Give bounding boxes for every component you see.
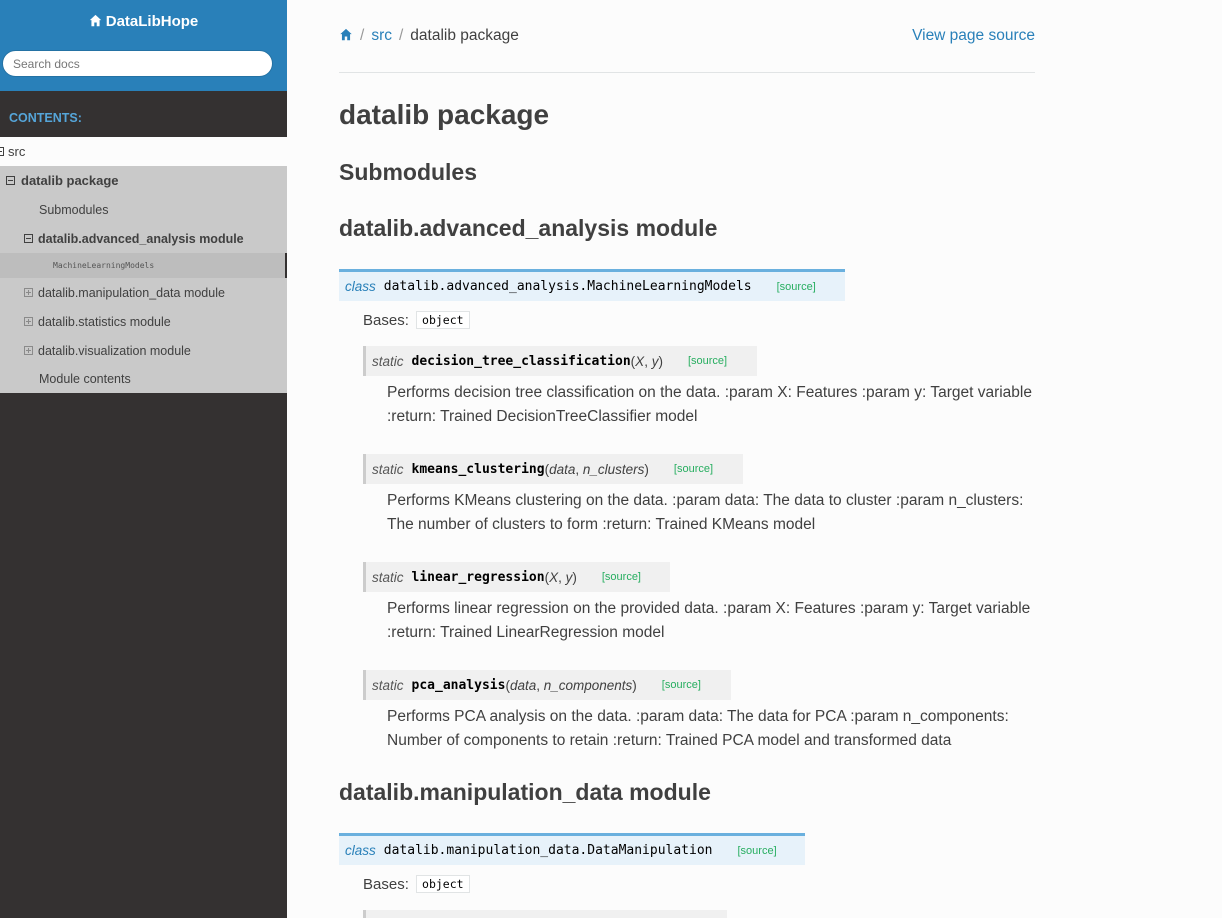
param-separator: ,: [575, 461, 583, 477]
param: X: [635, 353, 645, 369]
method-description: Performs decision tree classification on…: [387, 384, 1032, 425]
header-divider: [339, 72, 1035, 73]
breadcrumb-src-link[interactable]: src: [371, 27, 392, 44]
param: n_components: [543, 677, 633, 693]
page-title: datalib package: [339, 99, 550, 130]
param: data: [549, 461, 576, 477]
static-keyword: static: [372, 353, 404, 369]
view-page-source-link[interactable]: View page source: [912, 27, 1035, 45]
sidebar-item-datalib-package[interactable]: datalib package: [0, 166, 287, 195]
manipulation-data-heading: datalib.manipulation_data module: [339, 779, 711, 805]
source-link[interactable]: [source]: [738, 845, 777, 857]
home-icon: [340, 28, 352, 41]
main-content: / src / datalib package View page source da…: [287, 0, 1222, 918]
sidebar-item-label: MachineLearningModels: [53, 261, 155, 270]
breadcrumb-separator: /: [360, 27, 365, 44]
sidebar-item-label: src: [8, 144, 26, 159]
class-signature: class datalib.advanced_analysis.MachineL…: [339, 269, 845, 301]
sidebar-item-module-contents[interactable]: Module contents: [0, 365, 287, 393]
bases-label: Bases:: [363, 312, 409, 329]
contents-caption: CONTENTS:: [9, 111, 82, 125]
paren-close: ): [572, 569, 577, 585]
home-icon: [89, 14, 101, 27]
sidebar-item-label: datalib package: [21, 173, 119, 188]
source-link[interactable]: [source]: [777, 281, 816, 293]
sidebar-item-submodules[interactable]: Submodules: [0, 195, 287, 224]
param-separator: ,: [536, 677, 544, 693]
expand-icon[interactable]: [24, 317, 33, 326]
method-description: Performs linear regression on the provid…: [387, 600, 1031, 641]
sidebar-item-label: datalib.statistics module: [38, 314, 171, 329]
submodules-heading: Submodules: [339, 159, 478, 185]
advanced-analysis-heading: datalib.advanced_analysis module: [339, 215, 718, 241]
method-signature: static linear_regression (X, y) [source]: [363, 562, 670, 592]
method-description: Performs PCA analysis on the data. :para…: [387, 708, 1009, 749]
method-params: (X, y): [631, 354, 663, 369]
class-signature: class datalib.manipulation_data.DataMani…: [339, 833, 805, 865]
breadcrumb-current: datalib package: [410, 27, 519, 44]
method-signature: static decision_tree_classification (X, …: [363, 346, 757, 376]
sidebar-item-label: Module contents: [39, 372, 131, 386]
class-keyword: class: [345, 279, 376, 294]
source-link[interactable]: [source]: [602, 571, 641, 583]
method-params: (data, n_clusters): [545, 462, 649, 477]
sidebar: DataLibHope CONTENTS: src datalib packag…: [0, 0, 287, 918]
class-name: datalib.manipulation_data.DataManipulati…: [383, 843, 713, 858]
breadcrumb-separator: /: [398, 27, 404, 44]
method-signature: static pca_analysis (data, n_components)…: [363, 670, 731, 700]
source-link[interactable]: [source]: [674, 463, 713, 475]
collapse-icon[interactable]: [0, 147, 4, 156]
method-name: decision_tree_classification: [411, 353, 631, 369]
param-separator: ,: [644, 353, 652, 369]
breadcrumb: / src / datalib package: [339, 27, 519, 45]
method-params: (data, n_components): [505, 678, 636, 693]
sidebar-header: DataLibHope: [0, 0, 287, 91]
sidebar-item-label: datalib.visualization module: [38, 343, 191, 358]
sidebar-item-src[interactable]: src: [0, 137, 287, 166]
method-name: linear_regression: [411, 569, 545, 585]
expand-icon[interactable]: [24, 288, 33, 297]
method-name: pca_analysis: [411, 677, 506, 693]
class-bases: Bases: object: [363, 311, 470, 329]
method-name: kmeans_clustering: [411, 461, 545, 477]
paren-close: ): [644, 461, 649, 477]
sidebar-item-visualization[interactable]: datalib.visualization module: [0, 336, 287, 365]
toc-menu: src datalib package Submodules datalib.a…: [0, 137, 287, 393]
static-keyword: static: [372, 569, 404, 585]
source-link[interactable]: [source]: [688, 355, 727, 367]
brand-name: DataLibHope: [105, 13, 199, 30]
bases-value: object: [416, 875, 470, 893]
method-signature: static kmeans_clustering (data, n_cluste…: [363, 454, 743, 484]
method-description: Performs KMeans clustering on the data. …: [387, 492, 1024, 533]
collapse-icon[interactable]: [6, 176, 15, 185]
sidebar-item-label: datalib.manipulation_data module: [38, 285, 225, 300]
collapse-icon[interactable]: [24, 234, 33, 243]
sidebar-item-machine-learning-models[interactable]: MachineLearningModels: [0, 253, 285, 278]
sidebar-item-manipulation-data[interactable]: datalib.manipulation_data module: [0, 278, 287, 307]
source-link[interactable]: [source]: [662, 679, 701, 691]
paren-close: ): [658, 353, 663, 369]
method-signature-partial: [363, 910, 727, 918]
expand-icon[interactable]: [24, 346, 33, 355]
static-keyword: static: [372, 677, 404, 693]
sidebar-item-advanced-analysis[interactable]: datalib.advanced_analysis module: [0, 224, 287, 253]
sidebar-item-statistics[interactable]: datalib.statistics module: [0, 307, 287, 336]
search-input[interactable]: [2, 50, 273, 77]
sidebar-item-label: datalib.advanced_analysis module: [38, 231, 244, 246]
class-name: datalib.advanced_analysis.MachineLearnin…: [383, 279, 752, 294]
param: X: [549, 569, 559, 585]
brand-link[interactable]: DataLibHope: [0, 13, 287, 30]
class-bases: Bases: object: [363, 875, 470, 893]
static-keyword: static: [372, 461, 404, 477]
method-params: (X, y): [545, 570, 577, 585]
breadcrumb-home-link[interactable]: [339, 27, 353, 44]
bases-value: object: [416, 311, 470, 329]
param: n_clusters: [582, 461, 645, 477]
class-keyword: class: [345, 843, 376, 858]
paren-close: ): [632, 677, 637, 693]
param-separator: ,: [558, 569, 566, 585]
bases-label: Bases:: [363, 876, 409, 893]
param: data: [509, 677, 537, 693]
sidebar-item-label: Submodules: [39, 202, 109, 217]
